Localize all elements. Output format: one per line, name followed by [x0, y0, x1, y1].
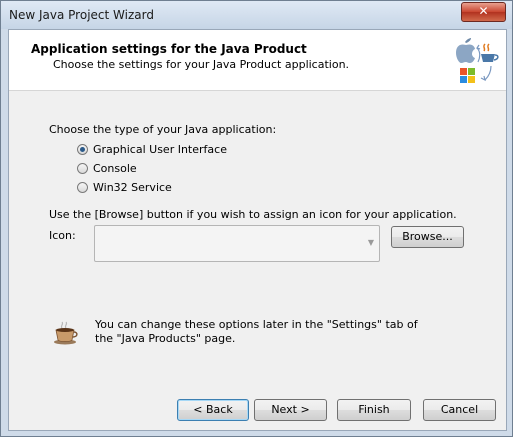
cancel-button[interactable]: Cancel	[423, 399, 496, 421]
header-title: Application settings for the Java Produc…	[31, 42, 307, 56]
radio-label-win32-service: Win32 Service	[93, 180, 172, 194]
title-bar[interactable]: New Java Project Wizard ✕	[1, 1, 512, 29]
window-title: New Java Project Wizard	[9, 8, 154, 22]
app-type-label: Choose the type of your Java application…	[49, 123, 277, 136]
radio-button-gui[interactable]	[77, 143, 88, 155]
browse-hint-text: Use the [Browse] button if you wish to a…	[49, 208, 457, 221]
radio-button-console[interactable]	[77, 162, 88, 174]
next-button[interactable]: Next >	[254, 399, 327, 421]
radio-console[interactable]: Console	[77, 160, 137, 176]
dropdown-arrow-icon: ▼	[367, 238, 374, 247]
radio-win32-service[interactable]: Win32 Service	[77, 179, 172, 195]
browse-button[interactable]: Browse...	[391, 226, 464, 248]
radio-label-gui: Graphical User Interface	[93, 142, 227, 156]
wizard-header: Application settings for the Java Produc…	[9, 30, 506, 91]
header-subtitle: Choose the settings for your Java Produc…	[53, 58, 350, 71]
settings-note-text: You can change these options later in th…	[95, 318, 418, 345]
finish-button[interactable]: Finish	[337, 399, 411, 421]
close-button[interactable]: ✕	[461, 2, 506, 22]
icon-dropdown[interactable]: ▼	[94, 225, 380, 262]
icon-label: Icon:	[49, 229, 76, 242]
java-platform-logo-icon	[456, 38, 499, 83]
coffee-cup-icon	[54, 321, 78, 345]
radio-button-win32-service[interactable]	[77, 181, 88, 193]
wizard-content: Application settings for the Java Produc…	[8, 29, 507, 431]
radio-label-console: Console	[93, 161, 137, 175]
wizard-window: New Java Project Wizard ✕ Application se…	[0, 0, 513, 437]
back-button[interactable]: < Back	[177, 399, 249, 421]
radio-gui[interactable]: Graphical User Interface	[77, 141, 227, 157]
